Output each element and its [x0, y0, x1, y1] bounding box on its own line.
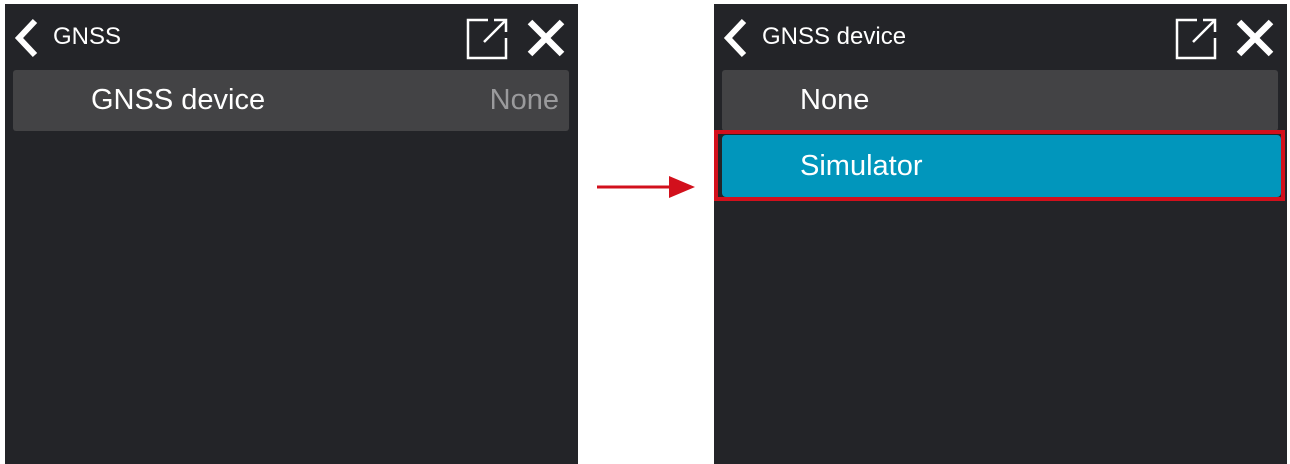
back-icon — [14, 18, 38, 58]
header-bar: GNSS — [5, 4, 578, 68]
back-button[interactable] — [9, 18, 49, 58]
close-icon — [1236, 19, 1274, 57]
option-simulator[interactable]: Simulator — [722, 135, 1281, 197]
gnss-device-value: None — [489, 84, 559, 116]
close-button[interactable] — [1235, 18, 1275, 58]
popout-button[interactable] — [464, 16, 510, 62]
close-icon — [527, 19, 565, 57]
back-button[interactable] — [718, 18, 758, 58]
page-title: GNSS device — [762, 23, 907, 50]
back-icon — [723, 18, 747, 58]
option-none[interactable]: None — [722, 70, 1278, 131]
right-arrow-icon — [597, 176, 695, 198]
option-label: Simulator — [800, 150, 923, 182]
header-bar: GNSS device — [714, 4, 1287, 68]
close-button[interactable] — [526, 18, 566, 58]
option-label: None — [800, 84, 870, 116]
popout-button[interactable] — [1173, 16, 1219, 62]
gnss-device-row[interactable]: GNSS device None — [13, 70, 569, 131]
gnss-device-screen: GNSS device None Simulator — [714, 4, 1287, 464]
page-title: GNSS — [53, 23, 122, 50]
popout-icon — [466, 18, 508, 60]
gnss-screen: GNSS GNSS device None — [5, 4, 578, 464]
gnss-device-label: GNSS device — [91, 84, 266, 116]
popout-icon — [1175, 18, 1217, 60]
